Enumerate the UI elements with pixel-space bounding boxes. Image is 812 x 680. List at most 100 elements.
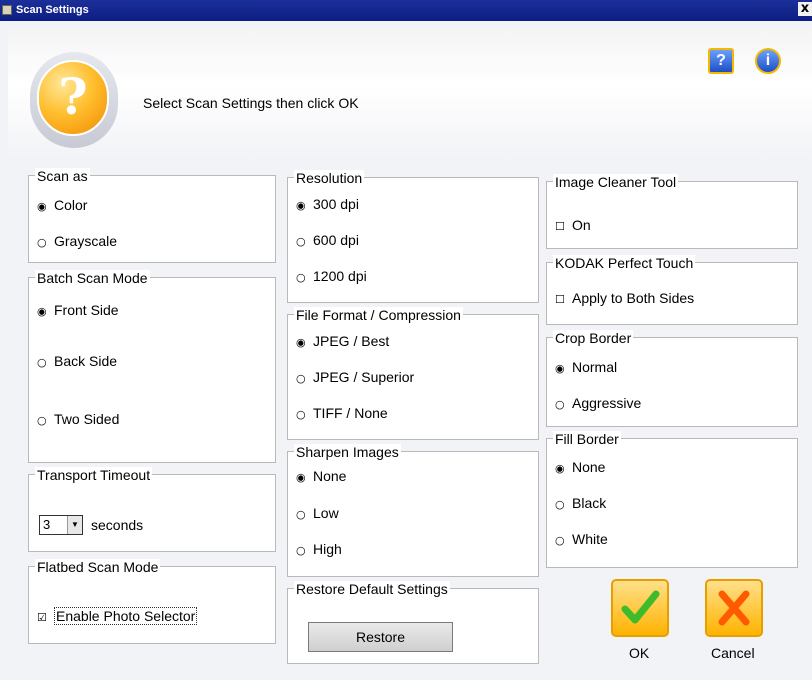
option-label: Grayscale xyxy=(54,233,118,249)
option-label: Black xyxy=(572,495,607,511)
radio-on-icon: ◉ xyxy=(296,336,306,349)
radio-fill-none[interactable]: ◉ None xyxy=(555,459,605,475)
batch-scan-mode-group: Batch Scan Mode ◉ Front Side ○ Back Side ○… xyxy=(28,270,276,463)
resolution-group: Resolution ◉ 300 dpi ○ 600 dpi ○ 1200 dpi xyxy=(287,170,539,303)
option-label: Normal xyxy=(572,359,618,375)
radio-front-side[interactable]: ◉ Front Side xyxy=(37,302,119,318)
ok-label: OK xyxy=(629,645,650,661)
option-label: On xyxy=(572,217,591,233)
radio-on-icon: ◉ xyxy=(296,199,306,212)
radio-crop-aggressive[interactable]: ○ Aggressive xyxy=(555,395,641,411)
radio-on-icon: ◉ xyxy=(555,362,565,375)
radio-off-icon: ○ xyxy=(296,408,306,421)
close-button[interactable]: x xyxy=(798,2,812,16)
option-label: JPEG / Best xyxy=(313,333,390,349)
radio-two-sided[interactable]: ○ Two Sided xyxy=(37,411,119,427)
radio-off-icon: ○ xyxy=(555,398,565,411)
chevron-down-icon[interactable]: ▼ xyxy=(67,516,82,534)
checkbox-unchecked-icon: ☐ xyxy=(555,293,565,306)
header-panel xyxy=(8,27,812,157)
help-button[interactable]: ? xyxy=(708,48,734,74)
question-icon: ? xyxy=(37,60,109,136)
fill-border-group: Fill Border ◉ None ○ Black ○ White xyxy=(546,431,798,568)
ok-button[interactable] xyxy=(611,579,669,637)
radio-back-side[interactable]: ○ Back Side xyxy=(37,353,117,369)
app-icon xyxy=(2,5,12,15)
option-label: None xyxy=(313,468,347,484)
checkbox-enable-photo-selector[interactable]: ☑ Enable Photo Selector xyxy=(37,607,198,625)
x-mark-icon xyxy=(718,590,750,626)
cancel-button[interactable] xyxy=(705,579,763,637)
checkbox-apply-both-sides[interactable]: ☐ Apply to Both Sides xyxy=(555,290,694,306)
sharpen-images-group: Sharpen Images ◉ None ○ Low ○ High xyxy=(287,444,539,577)
group-label: Fill Border xyxy=(553,431,621,447)
checkmark-icon xyxy=(621,590,660,624)
option-label: TIFF / None xyxy=(313,405,388,421)
radio-jpeg-best[interactable]: ◉ JPEG / Best xyxy=(296,333,389,349)
option-label: 600 dpi xyxy=(313,232,359,248)
group-label: Transport Timeout xyxy=(35,467,153,483)
option-label: 1200 dpi xyxy=(313,268,367,284)
option-label: None xyxy=(572,459,606,475)
radio-off-icon: ○ xyxy=(296,544,306,557)
radio-off-icon: ○ xyxy=(296,271,306,284)
image-cleaner-group: Image Cleaner Tool ☐ On xyxy=(546,174,798,249)
kodak-perfect-touch-group: KODAK Perfect Touch ☐ Apply to Both Sides xyxy=(546,255,798,325)
group-label: KODAK Perfect Touch xyxy=(553,255,696,271)
radio-off-icon: ○ xyxy=(296,508,306,521)
transport-timeout-group: Transport Timeout seconds xyxy=(28,467,276,552)
radio-off-icon: ○ xyxy=(37,356,47,369)
timeout-select[interactable]: 3 ▼ xyxy=(39,515,83,535)
window-title: Scan Settings xyxy=(16,4,89,16)
radio-off-icon: ○ xyxy=(37,414,47,427)
radio-sharpen-high[interactable]: ○ High xyxy=(296,541,342,557)
option-label: Enable Photo Selector xyxy=(54,607,198,625)
group-label: Image Cleaner Tool xyxy=(553,174,679,190)
cancel-label: Cancel xyxy=(711,645,755,661)
radio-on-icon: ◉ xyxy=(296,471,306,484)
scan-as-group: Scan as ◉ Color ○ Grayscale xyxy=(28,168,276,263)
radio-crop-normal[interactable]: ◉ Normal xyxy=(555,359,617,375)
option-label: Apply to Both Sides xyxy=(572,290,695,306)
option-label: Low xyxy=(313,505,339,521)
radio-300-dpi[interactable]: ◉ 300 dpi xyxy=(296,196,359,212)
option-label: Aggressive xyxy=(572,395,642,411)
group-label: Sharpen Images xyxy=(294,444,401,460)
radio-1200-dpi[interactable]: ○ 1200 dpi xyxy=(296,268,367,284)
radio-jpeg-superior[interactable]: ○ JPEG / Superior xyxy=(296,369,414,385)
radio-grayscale[interactable]: ○ Grayscale xyxy=(37,233,117,249)
flatbed-scan-mode-group: Flatbed Scan Mode ☑ Enable Photo Selector xyxy=(28,559,276,644)
group-label: Resolution xyxy=(294,170,365,186)
option-label: Two Sided xyxy=(54,411,120,427)
radio-on-icon: ◉ xyxy=(37,200,47,213)
option-label: Color xyxy=(54,197,88,213)
radio-off-icon: ○ xyxy=(296,235,306,248)
instruction-text: Select Scan Settings then click OK xyxy=(143,95,359,111)
radio-fill-black[interactable]: ○ Black xyxy=(555,495,606,511)
timeout-unit: seconds xyxy=(91,517,144,533)
radio-off-icon: ○ xyxy=(296,372,306,385)
option-label: Back Side xyxy=(54,353,118,369)
checkbox-image-cleaner-on[interactable]: ☐ On xyxy=(555,217,591,233)
option-label: White xyxy=(572,531,608,547)
file-format-group: File Format / Compression ◉ JPEG / Best ○… xyxy=(287,307,539,440)
radio-color[interactable]: ◉ Color xyxy=(37,197,87,213)
title-bar: Scan Settings x xyxy=(0,0,812,21)
option-label: High xyxy=(313,541,342,557)
radio-600-dpi[interactable]: ○ 600 dpi xyxy=(296,232,359,248)
radio-sharpen-low[interactable]: ○ Low xyxy=(296,505,339,521)
radio-sharpen-none[interactable]: ◉ None xyxy=(296,468,346,484)
timeout-value: 3 xyxy=(43,517,51,532)
radio-fill-white[interactable]: ○ White xyxy=(555,531,608,547)
group-label: Restore Default Settings xyxy=(294,581,450,597)
radio-off-icon: ○ xyxy=(555,498,565,511)
checkbox-checked-icon: ☑ xyxy=(37,611,47,624)
option-label: JPEG / Superior xyxy=(313,369,415,385)
restore-button[interactable]: Restore xyxy=(308,622,453,652)
info-button[interactable]: i xyxy=(755,48,781,74)
radio-tiff-none[interactable]: ○ TIFF / None xyxy=(296,405,388,421)
radio-off-icon: ○ xyxy=(37,236,47,249)
crop-border-group: Crop Border ◉ Normal ○ Aggressive xyxy=(546,330,798,427)
group-label: Crop Border xyxy=(553,330,634,346)
group-label: Scan as xyxy=(35,168,90,184)
